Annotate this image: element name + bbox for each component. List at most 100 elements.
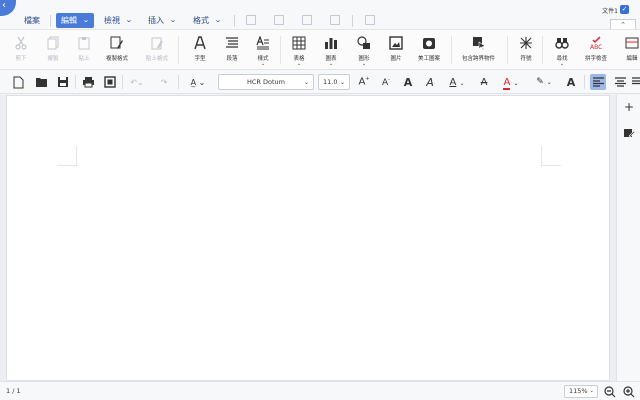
ribbon-label: 美工圖案 — [418, 56, 441, 62]
font-color-icon: A ⌄ — [503, 76, 519, 90]
decrease-font-size-button[interactable]: A- — [378, 74, 394, 90]
clipart-icon — [421, 35, 437, 51]
select-objects-icon — [471, 35, 487, 51]
font-size-select[interactable]: 11.0 ⌄ — [318, 74, 350, 90]
ribbon-spellcheck-button[interactable]: ABC 拼字檢查 — [585, 35, 607, 62]
collapse-ribbon-button[interactable]: ⌃ — [610, 19, 636, 29]
ribbon-table-button[interactable]: 表格 ⌄ — [291, 35, 307, 67]
spellcheck-icon: ABC — [588, 35, 604, 51]
menu-tab-label: 檢視 — [104, 16, 120, 25]
font-color-button[interactable]: A ⌄ — [498, 74, 524, 90]
ribbon-divider — [507, 36, 508, 64]
print-button[interactable] — [80, 74, 96, 90]
quick-chart-icon[interactable] — [274, 15, 284, 25]
ribbon-label: 字型 — [194, 56, 206, 62]
quick-textbox-icon[interactable] — [365, 15, 375, 25]
back-button[interactable]: ‹ — [0, 0, 16, 16]
ribbon-toolbar: 剪下 複製 貼上 複製格式 貼上格式 字型 段落 樣式 ⌄ 表格 ⌄ 圖表 ⌄ … — [0, 30, 640, 70]
undo-button[interactable]: ↶⌄ — [128, 74, 146, 90]
quick-picture-icon[interactable] — [302, 15, 312, 25]
ribbon-divider — [542, 36, 543, 64]
plus-icon: + — [623, 100, 635, 114]
toolbar-divider — [178, 75, 179, 89]
font-icon — [192, 35, 208, 51]
italic-button[interactable]: A — [423, 74, 437, 90]
highlight-color-button[interactable]: ✎ ⌄ — [532, 74, 556, 90]
properties-panel-button[interactable] — [623, 127, 636, 139]
ribbon-label: 貼上格式 — [146, 56, 169, 62]
ribbon-find-button[interactable]: 尋找 ⌄ — [554, 35, 570, 67]
margin-corner-marker — [57, 146, 77, 166]
strikethrough-button[interactable]: A — [477, 74, 491, 90]
zoom-select[interactable]: 115% ⌄ — [564, 385, 598, 398]
ribbon-symbol-button[interactable]: 符號 — [518, 35, 534, 62]
open-button[interactable] — [33, 74, 49, 90]
underline-button[interactable]: A ⌄ — [444, 74, 470, 90]
save-button[interactable] — [55, 74, 71, 90]
quick-shape-icon[interactable] — [330, 15, 340, 25]
ribbon-clipart-button[interactable]: 美工圖案 — [418, 35, 440, 62]
print-preview-button[interactable] — [102, 74, 118, 90]
ribbon-label: 編輯 — [626, 56, 638, 62]
menu-tab-edit[interactable]: 編輯 ⌄ — [56, 13, 94, 28]
ribbon-paragraph-button[interactable]: 段落 — [224, 35, 240, 62]
ribbon-edit-button[interactable]: 編輯 — [624, 35, 640, 62]
menu-tab-view[interactable]: 檢視 ⌄ — [104, 13, 133, 28]
align-right-button[interactable] — [632, 74, 640, 90]
side-panel: + — [616, 95, 640, 381]
shapes-icon — [356, 35, 372, 51]
chevron-down-icon: ⌄ — [214, 16, 222, 24]
zoom-out-icon[interactable] — [604, 386, 616, 398]
chevron-down-icon: ⌄ — [339, 78, 345, 86]
style-icon — [255, 35, 271, 51]
text-effects-button[interactable]: A — [564, 74, 578, 90]
chevron-down-icon: ⌄ — [169, 16, 177, 24]
chevron-down-icon: ⌄ — [328, 61, 334, 67]
ribbon-copy-button[interactable]: 複製 — [45, 35, 61, 62]
menu-tab-format[interactable]: 格式 ⌄ — [193, 13, 222, 28]
ribbon-format-painter-button[interactable]: 複製格式 — [106, 35, 128, 62]
style-list-button[interactable]: A̲ ⌄ — [185, 74, 211, 90]
align-left-button[interactable] — [590, 74, 606, 90]
document-page[interactable] — [6, 95, 610, 381]
ribbon-font-button[interactable]: 字型 — [192, 35, 208, 62]
new-document-button[interactable] — [11, 74, 25, 90]
toolbar-divider — [584, 75, 585, 89]
ribbon-style-button[interactable]: 樣式 ⌄ — [255, 35, 271, 67]
ribbon-select-objects-button[interactable]: 包含跨界物件 — [462, 35, 495, 62]
chevron-down-icon: ⌄ — [303, 78, 309, 86]
menu-tab-file[interactable]: 檔案 — [24, 13, 40, 28]
svg-text:ABC: ABC — [590, 44, 602, 50]
redo-icon: ↷ — [160, 77, 168, 87]
toolbar-divider — [75, 75, 76, 89]
align-center-button[interactable] — [612, 74, 628, 90]
ribbon-paste-format-button[interactable]: 貼上格式 — [146, 35, 168, 62]
zoom-in-icon[interactable] — [623, 386, 635, 398]
edit-icon — [624, 35, 640, 51]
table-icon — [291, 35, 307, 51]
italic-icon: A — [426, 75, 434, 89]
save-status-checkbox[interactable]: ✓ — [620, 5, 629, 14]
redo-button[interactable]: ↷ — [156, 74, 172, 90]
ribbon-paste-button[interactable]: 貼上 — [76, 35, 92, 62]
quick-table-icon[interactable] — [246, 15, 256, 25]
increase-font-size-button[interactable]: A+ — [356, 74, 372, 90]
find-icon — [554, 35, 570, 51]
ribbon-picture-button[interactable]: 圖片 — [388, 35, 404, 62]
ribbon-shapes-button[interactable]: 圖形 ⌄ — [356, 35, 372, 67]
ribbon-cut-button[interactable]: 剪下 — [13, 35, 29, 62]
margin-corner-marker — [541, 146, 561, 166]
ribbon-chart-button[interactable]: 圖表 ⌄ — [323, 35, 339, 67]
ribbon-label: 剪下 — [15, 56, 27, 62]
chevron-down-icon: ⌄ — [589, 388, 594, 394]
add-panel-button[interactable]: + — [623, 101, 635, 113]
menu-bar: ‹ 檔案 編輯 ⌄ 檢視 ⌄ 插入 ⌄ 格式 ⌄ 文件1 ✓ ⌃ — [0, 0, 640, 30]
text-effects-icon: A — [566, 75, 576, 89]
paste-format-icon — [149, 35, 165, 51]
bold-button[interactable]: A — [401, 74, 415, 90]
menu-tab-insert[interactable]: 插入 ⌄ — [148, 13, 177, 28]
chevron-down-icon: ⌄ — [82, 16, 90, 24]
font-name-select[interactable]: HCR Dotum ⌄ — [218, 74, 314, 90]
folder-icon — [35, 77, 47, 87]
edit-properties-icon — [624, 129, 636, 138]
